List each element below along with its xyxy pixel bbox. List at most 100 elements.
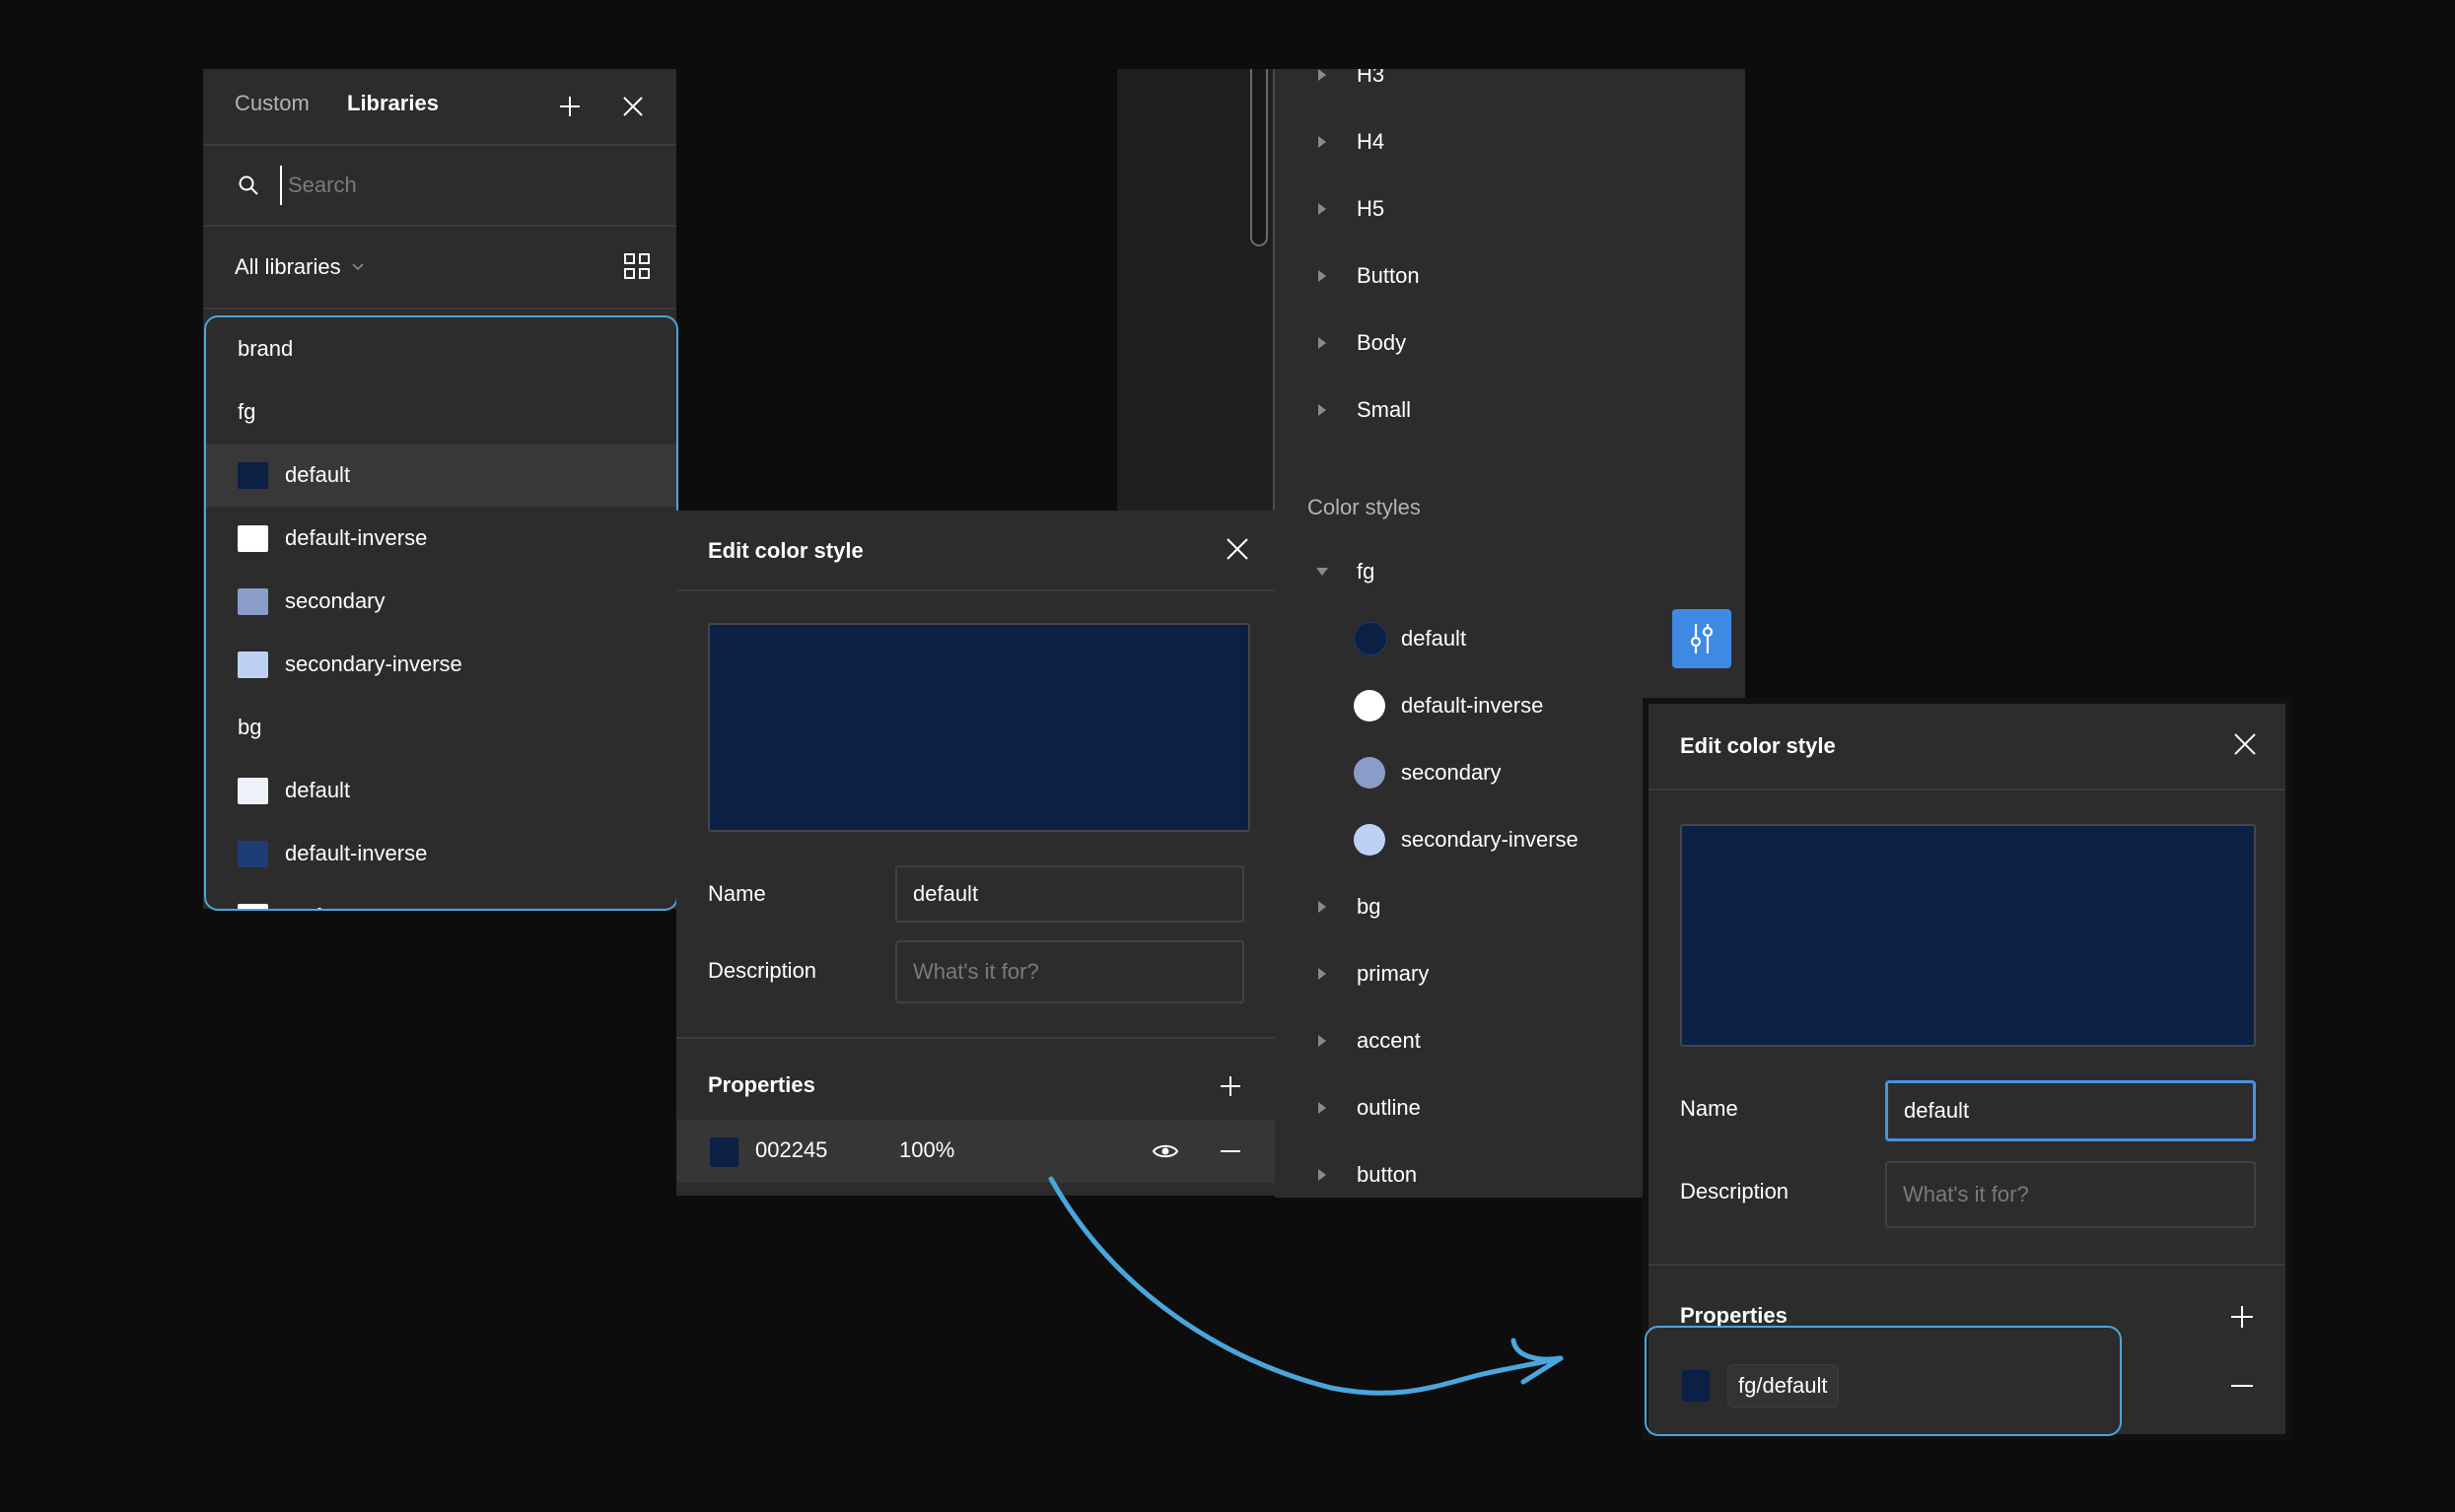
color-swatch: [238, 903, 268, 909]
tree-item-text-style[interactable]: H3: [1275, 69, 1745, 103]
all-libraries-dropdown[interactable]: All libraries: [235, 254, 365, 280]
tree-group-fg[interactable]: fg: [1275, 544, 1745, 599]
color-swatch: [238, 524, 268, 552]
color-swatch: [238, 777, 268, 804]
add-property-button[interactable]: [1213, 1068, 1248, 1104]
remove-property-button[interactable]: [2224, 1368, 2260, 1404]
list-item[interactable]: surface: [206, 885, 676, 909]
tree-item-label: H5: [1357, 196, 1385, 221]
color-swatch: [238, 461, 268, 489]
color-swatch[interactable]: [710, 1137, 738, 1167]
tree-item-label: secondary-inverse: [1401, 827, 1578, 852]
add-property-button[interactable]: [2224, 1299, 2260, 1335]
color-swatch: [238, 840, 268, 867]
color-swatch: [238, 651, 268, 678]
tree-item-label: fg: [1357, 559, 1375, 584]
library-filter-bar: All libraries: [203, 227, 676, 309]
close-library-button[interactable]: [615, 89, 651, 124]
sliders-icon: [1690, 624, 1714, 653]
opacity-value[interactable]: 100%: [899, 1137, 954, 1163]
search-input[interactable]: [280, 166, 663, 205]
plus-icon: [560, 97, 580, 116]
item-label: secondary: [285, 588, 386, 613]
list-item[interactable]: secondary-inverse: [206, 633, 676, 696]
caret-right-icon: [1318, 968, 1326, 980]
list-group-fg[interactable]: fg: [206, 380, 676, 444]
panel-title: Edit color style: [1680, 733, 1836, 758]
properties-heading: Properties: [708, 1072, 815, 1097]
list-group-bg[interactable]: bg: [206, 696, 676, 759]
edit-color-style-panel: Edit color style Name Description Proper…: [676, 511, 1275, 1196]
canvas-area: [1117, 69, 1275, 511]
caret-down-icon: [1316, 568, 1328, 576]
description-input[interactable]: [895, 940, 1244, 1003]
edit-style-button[interactable]: [1672, 609, 1731, 668]
hex-value[interactable]: 002245: [755, 1137, 827, 1163]
tree-item-label: Body: [1357, 330, 1407, 355]
list-item[interactable]: default-inverse: [206, 507, 676, 570]
group-label: brand: [238, 336, 294, 361]
panel-title: Edit color style: [708, 538, 864, 563]
name-label: Name: [708, 881, 766, 906]
tree-item-text-style[interactable]: H4: [1275, 114, 1745, 170]
all-libraries-label: All libraries: [235, 254, 341, 279]
tab-libraries[interactable]: Libraries: [347, 91, 439, 116]
caret-right-icon: [1318, 203, 1326, 215]
tree-item-text-style[interactable]: Small: [1275, 382, 1745, 438]
caret-right-icon: [1318, 69, 1326, 81]
tree-item-label: Small: [1357, 397, 1412, 422]
color-dot: [1354, 824, 1385, 856]
list-item[interactable]: default: [206, 444, 676, 507]
name-input[interactable]: [1885, 1080, 2256, 1141]
caret-right-icon: [1318, 404, 1326, 416]
description-label: Description: [1680, 1179, 1789, 1203]
tree-item-label: H3: [1357, 69, 1385, 87]
color-swatch: [238, 587, 268, 615]
divider: [676, 1037, 1275, 1039]
close-icon: [623, 97, 643, 116]
tree-item-text-style[interactable]: Button: [1275, 248, 1745, 304]
tree-item-label: default-inverse: [1401, 693, 1544, 718]
caret-right-icon: [1318, 1102, 1326, 1114]
item-label: default-inverse: [285, 525, 428, 550]
list-item[interactable]: default: [206, 759, 676, 822]
chevron-down-icon: [352, 263, 364, 271]
color-preview: [708, 623, 1250, 832]
group-label: fg: [238, 399, 256, 424]
close-button[interactable]: [1225, 536, 1250, 562]
item-label: surface: [285, 904, 356, 909]
color-dot: [1354, 757, 1385, 789]
tree-item-label: secondary: [1401, 760, 1502, 785]
list-group-brand[interactable]: brand: [206, 317, 676, 380]
name-label: Name: [1680, 1096, 1738, 1121]
library-panel-header: Custom Libraries: [203, 69, 676, 146]
grid-view-icon[interactable]: [623, 252, 651, 280]
close-button[interactable]: [2232, 731, 2258, 757]
group-label: bg: [238, 715, 262, 739]
divider: [1648, 789, 2285, 790]
library-style-list: brand fg default default-inverse seconda…: [204, 315, 678, 911]
caret-right-icon: [1318, 901, 1326, 913]
tree-item-label: bg: [1357, 894, 1381, 919]
scrollbar[interactable]: [1250, 69, 1268, 246]
caret-right-icon: [1318, 1035, 1326, 1047]
caret-right-icon: [1318, 270, 1326, 282]
item-label: secondary-inverse: [285, 652, 462, 676]
close-icon: [1227, 538, 1248, 560]
plus-icon: [2231, 1306, 2253, 1328]
tree-item-label: Button: [1357, 263, 1420, 288]
tree-item-text-style[interactable]: H5: [1275, 181, 1745, 237]
color-preview: [1680, 824, 2256, 1047]
color-dot: [1354, 622, 1387, 655]
description-input[interactable]: [1885, 1161, 2256, 1228]
name-input[interactable]: [895, 865, 1244, 923]
list-item[interactable]: secondary: [206, 570, 676, 633]
color-dot: [1354, 690, 1385, 722]
tab-custom[interactable]: Custom: [235, 91, 310, 116]
add-library-button[interactable]: [552, 89, 588, 124]
tree-item-label: primary: [1357, 961, 1430, 986]
list-item[interactable]: default-inverse: [206, 822, 676, 885]
tree-item-text-style[interactable]: Body: [1275, 315, 1745, 371]
close-icon: [2234, 733, 2256, 755]
tree-item-label: outline: [1357, 1095, 1421, 1120]
